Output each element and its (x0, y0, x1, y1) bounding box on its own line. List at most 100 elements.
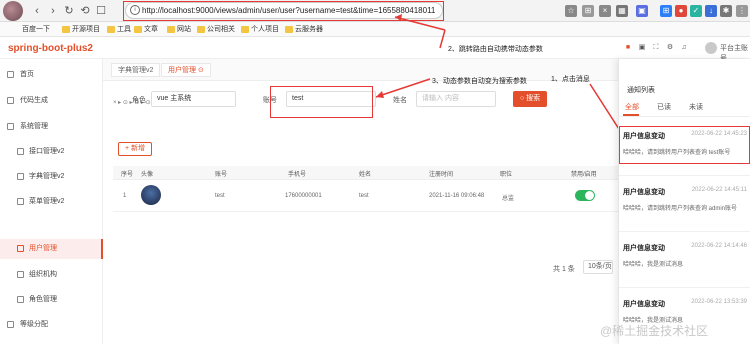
browser-profile-avatar[interactable] (3, 1, 23, 21)
reload-button[interactable]: ↻ (62, 4, 76, 18)
bookmark-baidu[interactable]: 百度一下 (12, 24, 50, 35)
bookmark-tools[interactable]: 工具 (107, 24, 131, 35)
red-extension-icon[interactable]: ● (675, 5, 687, 17)
forward-button[interactable]: › (46, 4, 60, 18)
sidebar-item-dict[interactable]: 字典管理v2 (0, 167, 103, 187)
tab-unread[interactable]: 未读 (689, 102, 703, 112)
sidebar: 首页 代码生成 系统管理 接口管理v2 字典管理v2 菜单管理v2 用户管理 组… (0, 59, 103, 344)
search-param-highlight-box (270, 86, 373, 118)
folder-icon (134, 26, 142, 33)
code-icon (7, 97, 14, 104)
cell-index: 1 (123, 193, 127, 199)
translate-icon[interactable]: ⊞ (660, 5, 672, 17)
col-phone: 手机号 (288, 172, 307, 178)
bookmark-articles[interactable]: 文章 (134, 24, 158, 35)
cell-account: test (215, 193, 225, 199)
panel-title: 通知列表 (627, 87, 655, 94)
pagination-total: 共 1 条 (553, 266, 575, 273)
doc-icon (17, 198, 24, 205)
settings-icon[interactable]: ⚙ (666, 44, 674, 52)
doc-icon (17, 148, 24, 155)
url-highlight-box (123, 1, 444, 21)
clicked-message-highlight-box (619, 126, 750, 164)
col-account: 账号 (215, 172, 228, 178)
message-time: 2022-06-22 14:45:11 (691, 187, 747, 193)
message-body: 哈哈哈，我是测试消息 (623, 262, 684, 268)
tab-all[interactable]: 全部 (625, 102, 639, 112)
doc-icon (17, 271, 24, 278)
add-button[interactable]: + 新增 (118, 142, 153, 156)
watermark: @稀土掘金技术社区 (600, 324, 709, 338)
table-row[interactable]: 1 test 17600000001 test 2021-11-16 09:06… (113, 180, 618, 212)
annotation-step-1: 1、点击消息 (551, 76, 590, 83)
profile-extension-icon[interactable]: ▣ (636, 5, 648, 17)
doc-icon (17, 245, 24, 252)
bookmarks-bar: 百度一下 开源项目 工具 文章 网站 公司相关 个人项目 云服务器 (0, 22, 750, 37)
bookmark-sites[interactable]: 网站 (167, 24, 191, 35)
message-divider (619, 175, 750, 176)
grid-icon (7, 321, 14, 328)
page-size-select[interactable]: 10条/页 (583, 260, 613, 274)
message-item[interactable]: 用户信息变动 2022-06-22 14:45:11 哈哈哈，请到跳转用户列表查… (619, 183, 750, 229)
close-x-icon[interactable]: × (599, 5, 611, 17)
apps-icon[interactable]: ▦ (616, 5, 628, 17)
message-time: 2022-06-22 13:53:39 (691, 299, 747, 305)
lock-icon[interactable]: ▣ (638, 44, 646, 52)
sidebar-item-api[interactable]: 接口管理v2 (0, 142, 103, 162)
role-label: 角色 (132, 97, 146, 104)
message-time: 2022-06-22 14:14:46 (691, 243, 747, 249)
sidebar-item-grade[interactable]: 等级分配 (0, 315, 103, 335)
sidebar-item-menu[interactable]: 菜单管理v2 (0, 192, 103, 212)
sidebar-item-codegen[interactable]: 代码生成 (0, 91, 103, 111)
brand-title: spring-boot-plus2 (8, 43, 93, 54)
user-avatar[interactable] (705, 42, 717, 54)
message-divider (619, 231, 750, 232)
bookmark-company[interactable]: 公司相关 (197, 24, 235, 35)
sidebar-item-roles[interactable]: 角色管理 (0, 290, 103, 310)
sidebar-item-system[interactable]: 系统管理 (0, 117, 103, 137)
tabs-divider (619, 116, 750, 117)
sidebar-item-org[interactable]: 组织机构 (0, 265, 103, 285)
message-item[interactable]: 用户信息变动 2022-06-22 14:14:46 哈哈哈，我是测试消息 (619, 239, 750, 285)
home-icon[interactable]: ■ (624, 44, 632, 52)
folder-icon (167, 26, 175, 33)
message-title: 用户信息变动 (623, 189, 665, 196)
col-avatar: 头像 (141, 172, 154, 178)
search-button[interactable]: ○ 搜索 (513, 91, 548, 107)
name-input[interactable]: 请输入 内容 (416, 91, 496, 107)
fullscreen-icon[interactable]: ⛶ (652, 44, 660, 52)
folder-icon (107, 26, 115, 33)
cell-position: 总监 (502, 196, 515, 202)
col-status: 禁用/启用 (571, 172, 597, 178)
col-position: 职位 (500, 172, 513, 178)
bookmark-personal[interactable]: 个人项目 (241, 24, 279, 35)
doc-icon (17, 296, 24, 303)
extension-icon[interactable]: ⊞ (582, 5, 594, 17)
table-header: 序号 头像 账号 手机号 姓名 注册时间 职位 禁用/启用 (113, 166, 618, 180)
tab-dict[interactable]: 字典管理v2 (111, 63, 161, 77)
menu-icon[interactable]: ⋮ (736, 5, 748, 17)
app-header: spring-boot-plus2 ■ ▣ ⛶ ⚙ ♫ 平台主账号 (0, 37, 750, 62)
role-select[interactable]: vue 主系统 (151, 91, 236, 107)
gear-icon (7, 123, 14, 130)
doc-icon (17, 173, 24, 180)
star-icon[interactable]: ☆ (565, 5, 577, 17)
bell-icon[interactable]: ♫ (680, 44, 688, 52)
tab-read[interactable]: 已读 (657, 102, 671, 112)
message-divider (619, 287, 750, 288)
restore-tab-icon[interactable]: ☐ (94, 4, 108, 18)
cell-phone: 17600000001 (285, 193, 322, 199)
sidebar-item-home[interactable]: 首页 (0, 65, 103, 85)
sidebar-item-users[interactable]: 用户管理 (0, 239, 103, 259)
bookmark-cloud[interactable]: 云服务器 (285, 24, 323, 35)
user-avatar (141, 185, 161, 205)
download-icon[interactable]: ↓ (705, 5, 717, 17)
back-button[interactable]: ‹ (30, 4, 44, 18)
message-title: 用户信息变动 (623, 245, 665, 252)
puzzle-icon[interactable]: ✱ (720, 5, 732, 17)
undo-icon[interactable]: ⟲ (78, 4, 92, 18)
tab-users[interactable]: 用户管理 ⊙ (161, 63, 211, 77)
status-toggle[interactable] (575, 190, 595, 201)
bookmark-opensource[interactable]: 开源项目 (62, 24, 100, 35)
green-extension-icon[interactable]: ✓ (690, 5, 702, 17)
